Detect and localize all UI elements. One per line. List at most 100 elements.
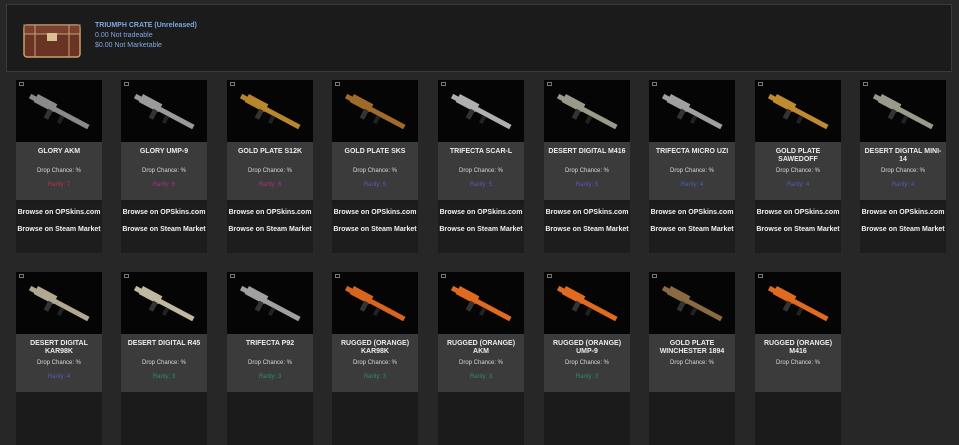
browse-steam-link[interactable]: Browse on Steam Market (438, 226, 524, 234)
item-info: GOLD PLATE SAWEDOFF Drop Chance: % Rarity:… (755, 142, 841, 200)
drop-chance: Drop Chance: % (458, 360, 504, 366)
rarity-label: Rarity: 6 (258, 182, 282, 188)
weapon-icon (767, 285, 829, 322)
item-card[interactable]: TRIFECTA P92Drop Chance: %Rarity: 3Brows… (227, 272, 313, 445)
item-card[interactable]: DESERT DIGITAL M416 Drop Chance: % Rarity:… (544, 80, 630, 253)
crate-title: TRIUMPH CRATE (Unreleased) (95, 22, 197, 29)
weapon-icon (28, 93, 90, 130)
item-info: TRIFECTA P92 Drop Chance: % Rarity: 3 (227, 334, 313, 392)
weapon-icon (344, 93, 406, 130)
rarity-label: Rarity: 3 (363, 374, 387, 380)
item-card[interactable]: RUGGED (ORANGE) KAR98K Drop Chance: % Rari… (332, 272, 418, 445)
item-name: TRIFECTA P92 (245, 340, 295, 347)
browse-steam-link[interactable]: Browse on Steam Market (544, 226, 630, 234)
item-card[interactable]: DESERT DIGITAL MINI-14 Drop Chance: % Rari… (860, 80, 946, 253)
item-image (438, 272, 524, 334)
rarity-label: Rarity: 5 (363, 182, 387, 188)
drop-chance: Drop Chance: % (458, 168, 504, 174)
drop-chance: Drop Chance: % (247, 360, 293, 366)
item-card[interactable]: GLORY UMP-9 Drop Chance: % Rarity: 6 Browse… (121, 80, 207, 253)
rarity-label: Rarity: 3 (575, 374, 599, 380)
browse-opskins-link[interactable]: Browse on OPSkins.com (227, 209, 313, 217)
item-image (227, 272, 313, 334)
item-card[interactable]: RUGGED (ORANGE) AKM Drop Chance: % Rarity:… (438, 272, 524, 445)
item-card[interactable]: GOLD PLATE WINCHESTER 1894 Drop Chance: %… (649, 272, 735, 445)
crate-header: TRIUMPH CRATE (Unreleased) 0.00 Not trad… (6, 4, 952, 72)
browse-opskins-link[interactable]: Browse on OPSkins.com (544, 209, 630, 217)
item-name: GOLD PLATE SAWEDOFF (775, 148, 821, 163)
item-image (649, 272, 735, 334)
stattrak-icon (652, 82, 657, 86)
stattrak-icon (547, 82, 552, 86)
browse-opskins-link[interactable]: Browse on OPSkins.com (16, 209, 102, 217)
item-info: DESERT DIGITAL KAR98K Drop Chance: % Rarit… (16, 334, 102, 392)
stattrak-icon (335, 82, 340, 86)
item-info: RUGGED (ORANGE) M416 Drop Chance: % (755, 334, 841, 392)
browse-steam-link[interactable]: Browse on Steam Market (227, 226, 313, 234)
item-name: RUGGED (ORANGE) M416 (763, 340, 833, 355)
stattrak-icon (124, 274, 129, 278)
crate-image (23, 24, 81, 58)
drop-chance: Drop Chance: % (564, 168, 610, 174)
crate-tradeable: 0.00 Not tradeable (95, 32, 153, 39)
item-links: Browse on OPSkins.com Browse on Steam Mar… (227, 205, 313, 253)
weapon-icon (133, 93, 195, 130)
browse-steam-link[interactable]: Browse on Steam Market (860, 226, 946, 234)
browse-steam-link[interactable]: Browse on Steam Market (16, 226, 102, 234)
item-image (544, 272, 630, 334)
browse-opskins-link[interactable]: Browse on OPSkins.com (121, 209, 207, 217)
item-name: DESERT DIGITAL MINI-14 (864, 148, 942, 163)
item-image (121, 80, 207, 142)
item-card[interactable]: DESERT DIGITAL R45 Drop Chance: % Rarity: … (121, 272, 207, 445)
item-info: GLORY UMP-9 Drop Chance: % Rarity: 6 (121, 142, 207, 200)
item-image (438, 80, 524, 142)
item-card[interactable]: GOLD PLATE S12K Drop Chance: % Rarity: 6 Br… (227, 80, 313, 253)
browse-steam-link[interactable]: Browse on Steam Market (332, 226, 418, 234)
stattrak-icon (758, 274, 763, 278)
item-card[interactable]: RUGGED (ORANGE) M416Drop Chance: %Browse… (755, 272, 841, 445)
weapon-icon (450, 93, 512, 130)
drop-chance: Drop Chance: % (36, 168, 82, 174)
weapon-icon (661, 285, 723, 322)
item-links: Browse on OPSkins.com Browse on Steam Mar… (121, 205, 207, 253)
item-name: RUGGED (ORANGE) AKM (446, 340, 516, 355)
weapon-icon (133, 285, 195, 322)
stattrak-icon (124, 82, 129, 86)
browse-steam-link[interactable]: Browse on Steam Market (649, 226, 735, 234)
stattrak-icon (19, 274, 24, 278)
browse-opskins-link[interactable]: Browse on OPSkins.com (332, 209, 418, 217)
browse-opskins-link[interactable]: Browse on OPSkins.com (755, 209, 841, 217)
weapon-icon (556, 93, 618, 130)
browse-opskins-link[interactable]: Browse on OPSkins.com (649, 209, 735, 217)
weapon-icon (28, 285, 90, 322)
rarity-label: Rarity: 3 (152, 374, 176, 380)
stattrak-icon (230, 82, 235, 86)
browse-steam-link[interactable]: Browse on Steam Market (121, 226, 207, 234)
item-card[interactable]: DESERT DIGITAL KAR98K Drop Chance: % Rarit… (16, 272, 102, 445)
item-card[interactable]: TRIFECTA SCAR-L Drop Chance: % Rarity: 5 Br… (438, 80, 524, 253)
item-card[interactable]: TRIFECTA MICRO UZI Drop Chance: % Rarity: … (649, 80, 735, 253)
item-image (121, 272, 207, 334)
item-info: GLORY AKM Drop Chance: % Rarity: 7 (16, 142, 102, 200)
browse-steam-link[interactable]: Browse on Steam Market (755, 226, 841, 234)
item-image (755, 272, 841, 334)
drop-chance: Drop Chance: % (352, 168, 398, 174)
browse-opskins-link[interactable]: Browse on OPSkins.com (860, 209, 946, 217)
drop-chance: Drop Chance: % (141, 168, 187, 174)
stattrak-icon (441, 274, 446, 278)
browse-opskins-link[interactable]: Browse on OPSkins.com (438, 209, 524, 217)
drop-chance: Drop Chance: % (564, 360, 610, 366)
item-name: GOLD PLATE S12K (237, 148, 303, 155)
item-info: RUGGED (ORANGE) UMP-9 Drop Chance: % Rarit… (544, 334, 630, 392)
item-info: GOLD PLATE S12K Drop Chance: % Rarity: 6 (227, 142, 313, 200)
rarity-label: Rarity: 3 (469, 374, 493, 380)
item-card[interactable]: GOLD PLATE SKS Drop Chance: % Rarity: 5 Bro… (332, 80, 418, 253)
item-card[interactable]: GLORY AKM Drop Chance: % Rarity: 7 Browse o… (16, 80, 102, 253)
item-card[interactable]: RUGGED (ORANGE) UMP-9 Drop Chance: % Rarit… (544, 272, 630, 445)
rarity-label: Rarity: 7 (47, 182, 71, 188)
item-card[interactable]: GOLD PLATE SAWEDOFF Drop Chance: % Rarity:… (755, 80, 841, 253)
item-image (16, 272, 102, 334)
item-image (755, 80, 841, 142)
weapon-icon (239, 93, 301, 130)
item-image (227, 80, 313, 142)
